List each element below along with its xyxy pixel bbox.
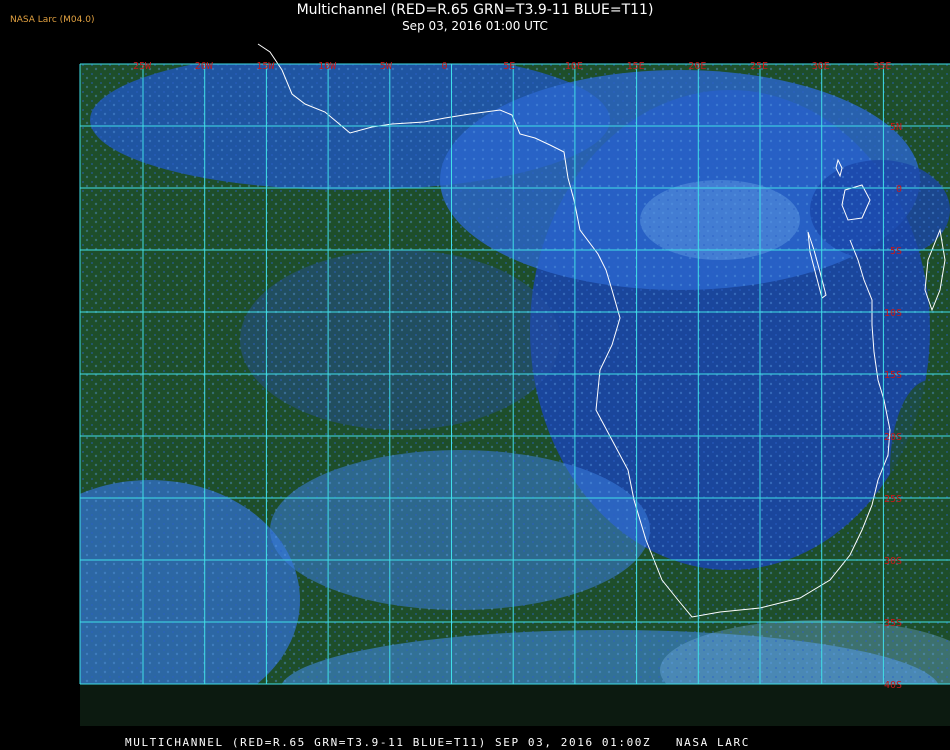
- latitude-label: 25S: [884, 494, 902, 505]
- longitude-label: 35E: [873, 61, 891, 72]
- footer-caption: MULTICHANNEL (RED=R.65 GRN=T3.9-11 BLUE=…: [125, 736, 750, 749]
- title-block: Multichannel (RED=R.65 GRN=T3.9-11 BLUE=…: [0, 2, 950, 33]
- latitude-label: 40S: [884, 680, 902, 691]
- longitude-label: 5W: [380, 61, 393, 72]
- latitude-label: 0: [896, 184, 902, 195]
- page-title: Multichannel (RED=R.65 GRN=T3.9-11 BLUE=…: [296, 2, 654, 18]
- latitude-label: 20S: [884, 432, 902, 443]
- longitude-label: 0: [442, 61, 448, 72]
- latitude-label: 5S: [890, 246, 902, 257]
- longitude-label: 15E: [627, 61, 645, 72]
- longitude-label: 30E: [812, 61, 830, 72]
- longitude-label: 20E: [688, 61, 706, 72]
- latitude-label: 15S: [884, 370, 902, 381]
- longitude-label: 25W: [133, 61, 152, 72]
- latitude-label: 10S: [884, 308, 902, 319]
- latitude-label: 30S: [884, 556, 902, 567]
- longitude-label: 15W: [256, 61, 275, 72]
- latitude-label: 35S: [884, 618, 902, 629]
- longitude-label: 20W: [195, 61, 214, 72]
- latitude-label: 5N: [890, 122, 902, 133]
- page-subtitle: Sep 03, 2016 01:00 UTC: [402, 19, 548, 33]
- satellite-map: 25W 20W 15W 10W 5W 0 5E 10E 15E 20E 25E 30E 35E 5N 0 5…: [79, 43, 950, 726]
- longitude-label: 25E: [750, 61, 768, 72]
- longitude-label: 10E: [565, 61, 583, 72]
- longitude-label: 5E: [503, 61, 515, 72]
- longitude-label: 10W: [318, 61, 337, 72]
